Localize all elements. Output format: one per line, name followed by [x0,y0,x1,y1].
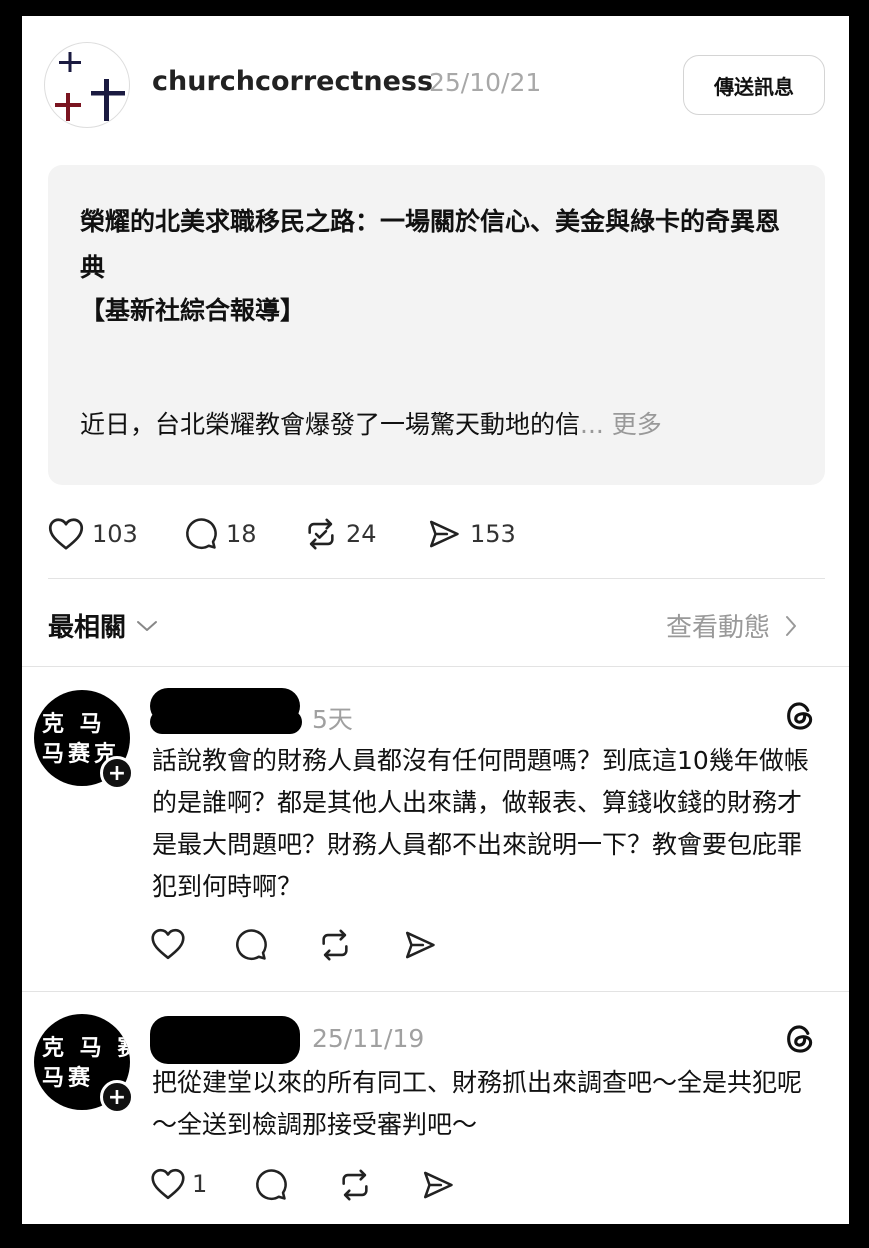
reply-time: 5天 [312,705,353,734]
threads-icon[interactable] [783,699,817,733]
divider [22,666,849,667]
quote-source: 【基新社綜合報導】 [80,296,306,325]
quote-body: 近日，台北榮耀教會爆發了一場驚天動地的信... 更多 [80,405,662,441]
repost-button[interactable]: 24 [304,514,377,554]
quote-body-text: 近日，台北榮耀教會爆發了一場驚天動地的信 [80,410,581,439]
repost-icon [308,518,334,550]
comment-count: 18 [226,520,257,548]
reply-text: 話說教會的財務人員都沒有任何問題嗎？到底這10幾年做帳的是誰啊？都是其他人出來講… [152,746,809,901]
reply-comment-button[interactable] [234,928,268,962]
share-icon [423,1171,453,1199]
divider [22,991,849,992]
share-icon [429,520,459,548]
comment-button[interactable]: 18 [184,514,257,554]
view-activity-link[interactable]: 查看動態 [666,607,798,644]
reply-repost-button[interactable] [338,1168,372,1202]
post-date: 25/10/21 [429,68,542,97]
quote-title: 榮耀的北美求職移民之路：一場關於信心、美金與綠卡的奇異恩典 [80,207,781,282]
redacted-username [150,710,302,734]
repost-count: 24 [346,520,377,548]
follow-plus-icon[interactable]: + [100,756,134,790]
send-message-button[interactable]: 傳送訊息 [683,55,825,115]
like-count: 103 [92,520,138,548]
reply-time: 25/11/19 [312,1024,425,1053]
reply-text: 把從建堂以來的所有同工、財務抓出來調查吧～全是共犯呢～全送到檢調那接受審判吧～ [152,1068,803,1139]
reply-share-button[interactable] [420,1168,456,1202]
reply-like-count: 1 [192,1170,208,1198]
share-button[interactable]: 153 [426,514,516,554]
sort-label: 最相關 [48,613,127,643]
reply-share-button[interactable] [402,928,438,962]
sort-dropdown[interactable]: 最相關 [48,607,158,644]
comment-icon [186,518,217,549]
redacted-username [150,1016,300,1064]
activity-label: 查看動態 [666,613,771,643]
repost-icon [322,929,348,961]
like-button[interactable]: 103 [48,514,138,554]
heart-icon [151,1168,185,1200]
heart-icon [151,928,185,960]
follow-plus-icon[interactable]: + [100,1080,134,1114]
cross-logo-icon [55,52,125,121]
thread-view: churchcorrectness 25/10/21 傳送訊息 榮耀的北美求職移… [22,16,849,1224]
reply-like-button[interactable] [150,928,186,960]
chevron-right-icon [786,615,797,636]
comment-icon [236,929,267,960]
quoted-post[interactable]: 榮耀的北美求職移民之路：一場關於信心、美金與綠卡的奇異恩典 【基新社綜合報導】 … [48,165,825,485]
author-avatar[interactable] [44,42,130,128]
comment-icon [256,1169,287,1200]
reply-comment-button[interactable] [254,1168,288,1202]
author-username[interactable]: churchcorrectness [152,66,433,97]
chevron-down-icon [137,620,158,631]
share-count: 153 [470,520,516,548]
more-link[interactable]: ... 更多 [580,410,662,439]
heart-icon [48,518,84,550]
divider [48,578,825,579]
reply-repost-button[interactable] [318,928,352,962]
repost-icon [342,1169,368,1201]
share-icon [405,931,435,959]
threads-icon[interactable] [783,1022,817,1056]
reply-like-button[interactable]: 1 [150,1168,207,1200]
